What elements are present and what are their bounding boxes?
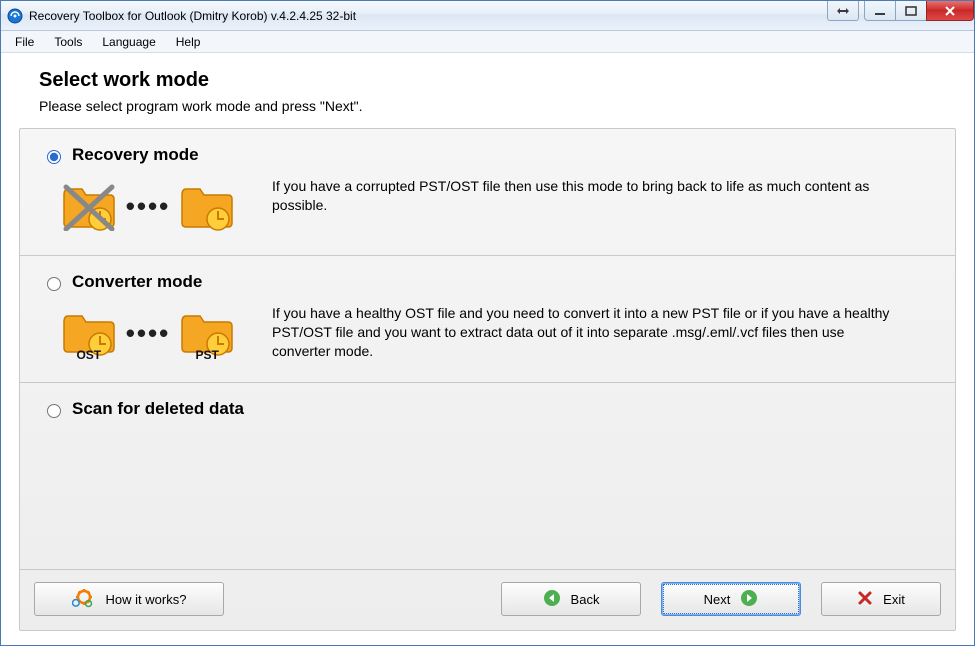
mode-converter-radio[interactable]	[47, 277, 61, 291]
mode-converter-option[interactable]: Converter mode	[42, 272, 933, 292]
how-it-works-label: How it works?	[106, 592, 187, 607]
maximize-button[interactable]	[895, 1, 927, 21]
arrow-left-icon	[543, 589, 561, 610]
converter-illustration: OST •••• PST	[48, 302, 248, 364]
mode-recovery-desc: If you have a corrupted PST/OST file the…	[272, 175, 892, 215]
menubar: File Tools Language Help	[1, 31, 974, 53]
button-bar: How it works? Back Next	[20, 570, 955, 630]
how-it-works-button[interactable]: How it works?	[34, 582, 224, 616]
page-title: Select work mode	[39, 69, 936, 92]
back-button[interactable]: Back	[501, 582, 641, 616]
gear-icon	[72, 588, 96, 611]
mode-recovery-option[interactable]: Recovery mode	[42, 145, 933, 165]
mode-scan-radio[interactable]	[47, 404, 61, 418]
menu-help[interactable]: Help	[168, 33, 209, 51]
window-controls	[828, 1, 974, 23]
menu-file[interactable]: File	[7, 33, 42, 51]
app-window: Recovery Toolbox for Outlook (Dmitry Kor…	[0, 0, 975, 646]
mode-recovery-label: Recovery mode	[72, 145, 199, 165]
app-icon	[7, 8, 23, 24]
dots-icon: ••••	[126, 193, 170, 219]
page-header: Select work mode Please select program w…	[19, 63, 956, 128]
mode-panel: Recovery mode ••••	[19, 128, 956, 631]
mode-converter-label: Converter mode	[72, 272, 202, 292]
content-area: Select work mode Please select program w…	[1, 53, 974, 645]
mode-recovery: Recovery mode ••••	[20, 129, 955, 256]
mode-recovery-radio[interactable]	[47, 150, 61, 164]
menu-language[interactable]: Language	[94, 33, 163, 51]
ost-folder-icon: OST	[60, 308, 118, 358]
next-label: Next	[704, 592, 731, 607]
arrow-right-icon	[740, 589, 758, 610]
window-extra-button[interactable]	[827, 1, 859, 21]
mode-scan-option[interactable]: Scan for deleted data	[42, 399, 933, 419]
back-label: Back	[571, 592, 600, 607]
dots-icon: ••••	[126, 320, 170, 346]
mode-converter: Converter mode OST ••••	[20, 256, 955, 383]
mode-scan-label: Scan for deleted data	[72, 399, 244, 419]
repaired-folder-icon	[178, 181, 236, 231]
titlebar: Recovery Toolbox for Outlook (Dmitry Kor…	[1, 1, 974, 31]
exit-label: Exit	[883, 592, 905, 607]
window-title: Recovery Toolbox for Outlook (Dmitry Kor…	[29, 9, 356, 23]
exit-button[interactable]: Exit	[821, 582, 941, 616]
recovery-illustration: ••••	[48, 175, 248, 237]
page-subtitle: Please select program work mode and pres…	[39, 98, 936, 114]
pst-label: PST	[178, 348, 236, 362]
menu-tools[interactable]: Tools	[46, 33, 90, 51]
minimize-button[interactable]	[864, 1, 896, 21]
close-icon	[857, 590, 873, 609]
mode-converter-desc: If you have a healthy OST file and you n…	[272, 302, 892, 361]
pst-folder-icon: PST	[178, 308, 236, 358]
mode-scan: Scan for deleted data	[20, 383, 955, 570]
next-button[interactable]: Next	[661, 582, 801, 616]
close-button[interactable]	[926, 1, 974, 21]
corrupted-folder-icon	[60, 181, 118, 231]
ost-label: OST	[60, 348, 118, 362]
